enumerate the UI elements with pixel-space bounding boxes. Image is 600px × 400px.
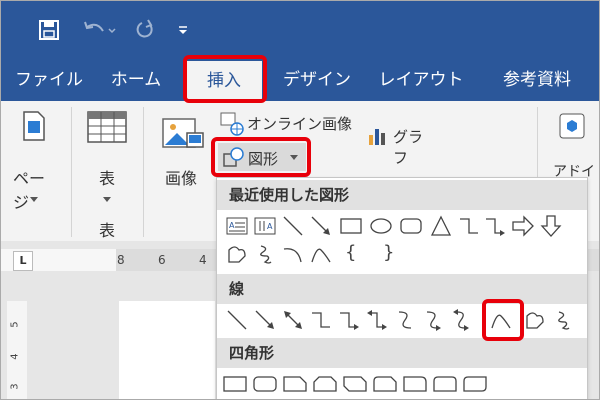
page-icon xyxy=(23,111,45,141)
elbow-connector-shape[interactable] xyxy=(457,214,481,238)
online-picture-icon xyxy=(220,112,244,136)
ruler-number: 5 xyxy=(9,321,21,328)
section-rectangles: 四角形 xyxy=(217,338,587,368)
section-recent-shapes: 最近使用した図形 xyxy=(217,180,587,210)
curved-arrow-connector-shape[interactable] xyxy=(421,308,445,332)
chart-button[interactable]: グラフ xyxy=(367,123,437,167)
oval-shape[interactable] xyxy=(369,214,393,238)
round-single-corner-rectangle-shape[interactable] xyxy=(403,372,427,396)
picture-button[interactable]: 画像 xyxy=(157,111,209,191)
chart-label: グラフ xyxy=(393,128,424,167)
ruler-number: 3 xyxy=(9,383,21,390)
title-bar xyxy=(1,1,599,59)
arc-shape[interactable] xyxy=(281,242,305,266)
online-picture-label: オンライン画像 xyxy=(247,115,353,133)
group-separator xyxy=(143,107,144,237)
triangle-shape[interactable] xyxy=(429,214,453,238)
snip-diagonal-rectangle-shape[interactable] xyxy=(343,372,367,396)
arrow-shape[interactable] xyxy=(253,308,277,332)
customize-icon xyxy=(179,26,187,34)
picture-icon xyxy=(162,118,204,148)
curved-connector-shape[interactable] xyxy=(393,308,417,332)
table-icon xyxy=(87,111,127,143)
save-icon xyxy=(39,20,59,40)
table-group-label: 表 xyxy=(99,221,116,240)
highlight-curve-shape xyxy=(482,299,524,341)
line-shape[interactable] xyxy=(225,308,249,332)
vertical-text-box-shape[interactable]: A xyxy=(253,214,277,238)
tab-layout[interactable]: レイアウト xyxy=(371,59,471,101)
scribble-shape[interactable] xyxy=(551,308,575,332)
section-lines: 線 xyxy=(217,274,587,304)
rounded-rectangle-shape[interactable] xyxy=(399,214,423,238)
save-button[interactable] xyxy=(35,15,63,45)
left-brace-shape[interactable]: { xyxy=(345,242,356,263)
page-button[interactable]: ページ xyxy=(9,107,59,217)
highlight-insert-tab xyxy=(183,55,267,103)
tab-references[interactable]: 参考資料 xyxy=(487,59,587,101)
highlight-shapes-button xyxy=(211,137,311,177)
online-picture-button[interactable]: オンライン画像 xyxy=(217,111,357,137)
undo-button[interactable] xyxy=(79,15,119,45)
tab-stop-selector[interactable]: L xyxy=(13,251,33,271)
down-arrow-shape[interactable] xyxy=(539,214,563,238)
freeform-shape[interactable] xyxy=(523,308,547,332)
right-brace-shape[interactable]: } xyxy=(383,242,394,263)
curved-double-arrow-shape[interactable] xyxy=(449,308,473,332)
elbow-connector-shape[interactable] xyxy=(309,308,333,332)
round-same-side-rectangle-shape[interactable] xyxy=(433,372,457,396)
ruler-number: 4 xyxy=(199,253,207,267)
elbow-arrow-connector-shape[interactable] xyxy=(483,214,507,238)
page-label: ページ xyxy=(13,169,46,212)
rounded-rectangle-shape[interactable] xyxy=(253,372,277,396)
picture-label: 画像 xyxy=(165,169,198,188)
snip-round-rectangle-shape[interactable] xyxy=(373,372,397,396)
table-label: 表 xyxy=(99,169,116,188)
double-arrow-shape[interactable] xyxy=(281,308,305,332)
redo-button[interactable] xyxy=(131,15,159,45)
ruler-number: 6 xyxy=(158,253,166,267)
addin-icon xyxy=(559,113,585,139)
group-separator xyxy=(71,107,72,237)
rectangle-shape[interactable] xyxy=(339,214,363,238)
vertical-ruler: 5 4 3 xyxy=(7,301,27,399)
rectangle-shape[interactable] xyxy=(223,372,247,396)
shapes-gallery: 最近使用した図形 A A { } 線 四角形 xyxy=(216,177,588,399)
customize-button[interactable] xyxy=(173,15,193,45)
word-window: ファイル ホーム 挿入 デザイン レイアウト 参考資料 ページ 表 表 画像 オ… xyxy=(0,0,600,400)
snip-same-side-rectangle-shape[interactable] xyxy=(313,372,337,396)
scribble-shape[interactable] xyxy=(253,242,277,266)
undo-icon xyxy=(84,21,116,34)
round-diagonal-rectangle-shape[interactable] xyxy=(463,372,487,396)
table-button[interactable]: 表 xyxy=(81,107,133,217)
redo-icon xyxy=(136,19,153,38)
ruler-number: 4 xyxy=(9,353,21,360)
ruler-number: 8 xyxy=(117,253,125,267)
snip-single-corner-rectangle-shape[interactable] xyxy=(283,372,307,396)
chart-icon xyxy=(369,129,385,145)
elbow-arrow-connector-shape[interactable] xyxy=(337,308,361,332)
tab-design[interactable]: デザイン xyxy=(277,59,357,101)
chevron-down-icon xyxy=(103,197,111,202)
ribbon-tabs: ファイル ホーム 挿入 デザイン レイアウト 参考資料 xyxy=(1,59,599,101)
svg-text:A: A xyxy=(267,222,273,231)
tab-file[interactable]: ファイル xyxy=(9,59,89,101)
arrow-shape[interactable] xyxy=(309,214,333,238)
text-box-shape[interactable]: A xyxy=(225,214,249,238)
document-page[interactable] xyxy=(119,301,215,399)
curve-shape[interactable] xyxy=(309,242,333,266)
svg-text:A: A xyxy=(229,221,235,230)
elbow-double-arrow-shape[interactable] xyxy=(365,308,389,332)
tab-home[interactable]: ホーム xyxy=(101,59,171,101)
right-arrow-shape[interactable] xyxy=(511,214,535,238)
freeform-shape[interactable] xyxy=(225,242,249,266)
chevron-down-icon xyxy=(30,197,38,202)
line-shape[interactable] xyxy=(281,214,305,238)
